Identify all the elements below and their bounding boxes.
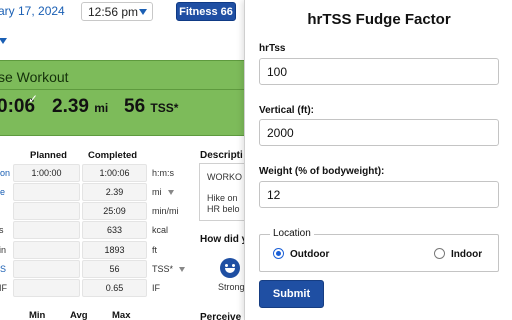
row-label-duration[interactable]: on <box>0 168 10 178</box>
completed-calories-cell[interactable]: 633 <box>82 221 147 239</box>
planned-tss-cell[interactable] <box>13 260 80 278</box>
perceived-exertion-label: Perceive <box>200 312 242 320</box>
row-label-distance[interactable]: e <box>0 187 5 197</box>
completed-distance-cell[interactable]: 2.39 <box>82 183 147 201</box>
completed-header: Completed <box>88 150 138 161</box>
panel-title: hrTSS Fudge Factor <box>307 11 451 28</box>
planned-duration-cell[interactable]: 1:00:00 <box>13 164 80 182</box>
max-header: Max <box>112 310 131 320</box>
time-value: 12:56 pm <box>88 5 139 19</box>
check-icon: ✓ <box>28 92 39 106</box>
completed-duration-cell[interactable]: 1:00:06 <box>82 164 147 182</box>
completed-pace-cell[interactable]: 25:09 <box>82 202 147 220</box>
planned-distance-cell[interactable] <box>13 183 80 201</box>
tss-unit: TSS* <box>150 101 179 115</box>
time-picker[interactable]: 12:56 pm <box>81 2 153 21</box>
unit-pace: min/mi <box>152 206 179 216</box>
row-label-if: IF <box>0 283 7 293</box>
unit-tss[interactable]: TSS* <box>152 264 186 274</box>
tss-value: 56 <box>124 96 146 117</box>
chevron-down-icon <box>179 267 186 273</box>
planned-if-cell[interactable] <box>13 279 80 297</box>
completed-elevation-cell[interactable]: 1893 <box>82 241 147 259</box>
description-line: HR belo <box>207 204 240 214</box>
planned-pace-cell[interactable] <box>13 202 80 220</box>
workout-date[interactable]: ary 17, 2024 <box>0 4 65 18</box>
hrtss-fudge-panel: hrTSS Fudge Factor hrTss Vertical (ft): … <box>244 0 512 320</box>
row-label-tss[interactable]: S <box>0 264 6 274</box>
banner-divider <box>0 89 245 90</box>
chevron-down-icon <box>139 9 147 15</box>
outdoor-radio[interactable] <box>273 248 284 259</box>
distance-stat: 2.39 mi <box>52 96 108 118</box>
workout-summary-banner: se Workout 0:06 ✓ 2.39 mi 56 TSS* <box>0 60 245 136</box>
description-line: WORKO <box>207 172 242 182</box>
outdoor-label[interactable]: Outdoor <box>290 249 329 260</box>
indoor-label[interactable]: Indoor <box>451 249 482 260</box>
unit-tss-text: TSS* <box>152 264 174 274</box>
row-label-calories: s <box>0 225 4 235</box>
smiley-eye <box>225 264 228 267</box>
unit-distance[interactable]: mi <box>152 187 174 197</box>
feel-strong-label: Strong <box>218 282 245 292</box>
description-line: Hike on <box>207 193 238 203</box>
planned-header: Planned <box>30 150 67 161</box>
hrtss-input[interactable] <box>259 58 499 85</box>
workout-topbar: ary 17, 2024 12:56 pm Fitness 66 <box>0 0 245 24</box>
unit-elevation: ft <box>152 245 158 255</box>
submit-button[interactable]: Submit <box>259 280 324 308</box>
unit-duration: h:m:s <box>152 168 175 178</box>
unit-distance-text: mi <box>152 187 162 197</box>
radio-dot <box>276 251 281 256</box>
location-fieldset: Location Outdoor Indoor <box>259 228 499 272</box>
weight-label: Weight (% of bodyweight): <box>259 166 385 177</box>
fitness-badge[interactable]: Fitness 66 <box>176 2 236 21</box>
planned-elevation-cell[interactable] <box>13 241 80 259</box>
description-title: Descripti <box>200 150 243 161</box>
indoor-radio[interactable] <box>434 248 445 259</box>
smiley-mouth <box>225 268 235 273</box>
completed-if-cell[interactable]: 0.65 <box>82 279 147 297</box>
distance-value: 2.39 <box>52 96 89 117</box>
description-textarea[interactable]: WORKO Hike on HR belo <box>199 163 245 221</box>
smiley-icon[interactable] <box>220 258 240 278</box>
vertical-label: Vertical (ft): <box>259 105 315 116</box>
chevron-down-icon <box>167 190 174 196</box>
workout-title[interactable]: se Workout <box>0 69 69 85</box>
location-legend: Location <box>270 228 314 239</box>
distance-unit: mi <box>94 101 109 115</box>
avg-header: Avg <box>70 310 88 320</box>
unit-if: IF <box>152 283 160 293</box>
hrtss-label: hrTss <box>259 43 286 54</box>
tss-stat: 56 TSS* <box>124 96 178 118</box>
chevron-down-icon[interactable] <box>0 38 7 44</box>
completed-tss-cell[interactable]: 56 <box>82 260 147 278</box>
row-label-elevation: in <box>0 245 7 255</box>
feel-question: How did y <box>200 234 248 245</box>
vertical-input[interactable] <box>259 119 499 146</box>
smiley-eye <box>232 264 235 267</box>
planned-calories-cell[interactable] <box>13 221 80 239</box>
unit-calories: kcal <box>152 225 169 235</box>
min-header: Min <box>29 310 46 320</box>
weight-input[interactable] <box>259 181 499 208</box>
